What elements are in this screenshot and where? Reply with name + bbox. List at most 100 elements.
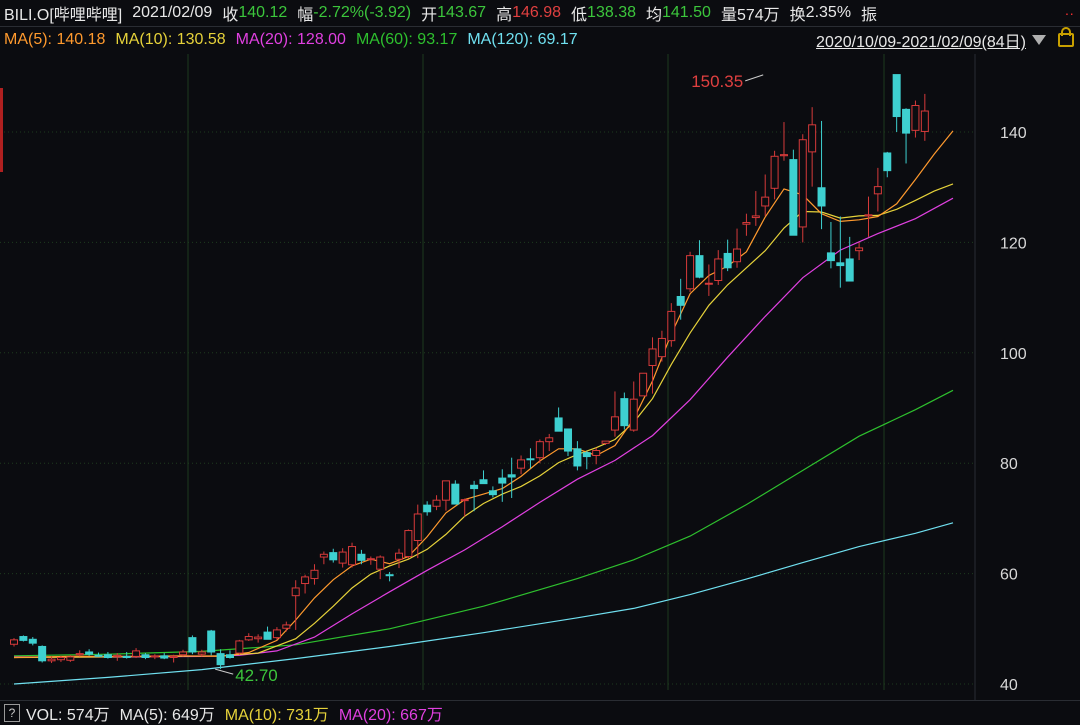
candle-39 (376, 555, 385, 580)
candle-body-68 (648, 348, 657, 366)
candle-body-71 (676, 295, 685, 306)
candle-body-78 (742, 222, 751, 225)
volume-label: 量 (720, 7, 737, 24)
date-range-selector[interactable]: 2020/10/09-2021/02/09(84日) (814, 27, 1080, 52)
candle-body-26 (254, 636, 263, 640)
candle-body-23 (225, 654, 234, 659)
candle-body-83 (789, 159, 798, 236)
candle-body-74 (704, 282, 713, 285)
help-icon[interactable]: ? (4, 704, 20, 722)
vol-ma5-legend: MA(5): 649万 (119, 707, 215, 724)
change-label: 幅 (297, 7, 314, 24)
y-tick-60: 60 (1000, 567, 1018, 584)
candle-43 (413, 504, 422, 559)
candle-41 (394, 548, 403, 569)
candle-71 (676, 278, 685, 320)
candle-76 (723, 239, 732, 272)
candle-60 (573, 441, 582, 471)
ma20-legend[interactable]: MA(20): 128.00 (236, 31, 346, 49)
candle-26 (254, 634, 263, 643)
candle-body-8 (85, 651, 94, 655)
ma120-legend[interactable]: MA(120): 69.17 (467, 31, 577, 49)
candle-body-81 (770, 155, 779, 189)
date-range-label[interactable]: 2020/10/09-2021/02/09(84日) (814, 28, 1028, 52)
candle-66 (629, 381, 638, 432)
candlestick-chart[interactable]: 40 60 80 100 120 140 150.35 42.70 (0, 54, 1080, 700)
y-tick-100: 100 (1000, 346, 1027, 363)
candle-14 (141, 653, 150, 660)
candle-62 (592, 447, 601, 465)
candle-body-70 (667, 310, 676, 342)
candle-65 (620, 392, 629, 430)
dropdown-triangle-icon[interactable] (1032, 35, 1046, 45)
candle-body-1 (19, 636, 28, 641)
candle-90 (855, 242, 864, 261)
amplitude-label: 振 (861, 7, 878, 24)
quote-info-bar: BILI.O[哔哩哔哩] 2021/02/09 收 140.12 幅 -2.72… (0, 0, 1080, 27)
ma10-legend[interactable]: MA(10): 130.58 (115, 31, 225, 49)
vol-ma10-legend: MA(10): 731万 (224, 707, 329, 724)
candle-body-63 (601, 440, 610, 444)
candle-body-6 (66, 656, 75, 661)
low-value: 138.38 (587, 4, 636, 21)
turnover-value: 2.35% (805, 4, 852, 21)
y-tick-80: 80 (1000, 456, 1018, 473)
candle-54 (517, 455, 526, 475)
candle-87 (826, 221, 835, 269)
candle-body-84 (798, 139, 807, 228)
candle-29 (282, 621, 291, 632)
candle-body-37 (357, 553, 366, 561)
candle-body-66 (629, 398, 638, 431)
lock-icon[interactable] (1058, 27, 1074, 47)
candle-body-21 (207, 630, 216, 653)
stock-symbol[interactable]: BILI.O[哔哩哔哩] (4, 1, 122, 25)
candle-94 (892, 74, 901, 132)
candle-21 (207, 629, 216, 656)
candle-85 (808, 107, 817, 187)
quote-date: 2021/02/09 (132, 4, 213, 21)
candle-92 (873, 167, 882, 212)
candle-body-87 (826, 252, 835, 262)
candle-body-88 (836, 262, 845, 267)
change-value: -2.72%(-3.92) (313, 4, 412, 21)
candle-53 (507, 457, 516, 498)
candle-73 (695, 240, 704, 279)
candle-28 (272, 627, 281, 640)
ma10-line (13, 183, 954, 659)
candle-body-60 (573, 448, 582, 467)
candle-23 (225, 650, 234, 659)
candle-34 (329, 548, 338, 563)
turnover-label: 换 (789, 7, 806, 24)
more-indicator[interactable]: ·· (1065, 5, 1074, 21)
candle-13 (132, 648, 141, 659)
candle-body-45 (432, 499, 441, 507)
candle-45 (432, 495, 441, 511)
candle-body-55 (526, 458, 535, 461)
candle-10 (103, 651, 112, 659)
candle-body-20 (197, 651, 206, 655)
candle-44 (423, 501, 432, 516)
high-annotation-label: 150.35 (691, 72, 743, 91)
candle-body-65 (620, 398, 629, 427)
candle-body-52 (498, 477, 507, 484)
candle-body-24 (235, 640, 244, 654)
candle-25 (244, 633, 253, 641)
candle-body-64 (610, 416, 619, 431)
low-label: 低 (571, 7, 588, 24)
candle-24 (235, 639, 244, 655)
candle-42 (404, 529, 413, 559)
candle-body-53 (507, 474, 516, 478)
candle-body-67 (639, 372, 648, 397)
ma5-legend[interactable]: MA(5): 140.18 (4, 31, 105, 49)
high-label: 高 (496, 7, 513, 24)
candle-64 (610, 391, 619, 437)
candle-body-61 (582, 452, 591, 458)
candle-body-27 (263, 631, 272, 640)
ma60-legend[interactable]: MA(60): 93.17 (356, 31, 457, 49)
open-label: 开 (421, 7, 438, 24)
candle-body-0 (10, 639, 18, 645)
candle-32 (310, 564, 319, 585)
vol-ma20-legend: MA(20): 667万 (338, 707, 443, 724)
candle-3 (38, 645, 47, 663)
ma120-line (13, 522, 954, 685)
